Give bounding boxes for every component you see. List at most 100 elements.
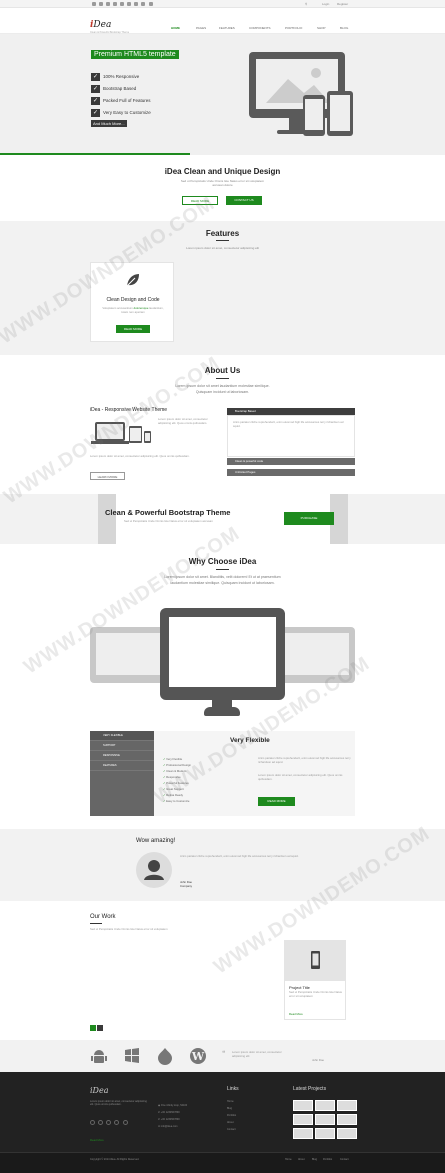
feature-card-button[interactable]: READ MORE	[116, 325, 150, 333]
search-icon[interactable]: ⚲	[305, 2, 307, 6]
title-separator	[216, 378, 229, 379]
flex-tab[interactable]: FEATURES	[90, 761, 154, 771]
phone-image	[303, 95, 325, 136]
carousel-prev-button[interactable]	[90, 1025, 96, 1031]
dribbble-icon[interactable]	[149, 2, 153, 6]
logo[interactable]: iDea	[90, 20, 111, 30]
project-thumb[interactable]	[315, 1128, 335, 1139]
flex-read-more-button[interactable]: READ MORE	[258, 797, 295, 806]
flex-tab[interactable]: SUPPORT	[90, 741, 154, 751]
footer-bottom-link[interactable]: Home	[285, 1158, 292, 1161]
footer-social	[90, 1120, 135, 1125]
linkedin-icon[interactable]	[113, 2, 117, 6]
footer-about-text: Lorem ipsum dolor sit amet, consectetur …	[90, 1100, 147, 1107]
monitor-foot	[204, 707, 240, 716]
flex-text: Anim pariatur cliche reprehenderit, enim…	[258, 756, 351, 764]
nav-shop[interactable]: SHOP	[317, 26, 326, 30]
nav-portfolio[interactable]: PORTFOLIO	[285, 26, 302, 30]
purchase-button[interactable]: PURCHASE	[284, 512, 334, 525]
leaf-icon	[125, 272, 141, 288]
twitter-icon[interactable]	[92, 2, 96, 6]
learn-more-button[interactable]: LEARN MORE	[90, 472, 125, 480]
contact-us-button[interactable]: CONTACT US	[226, 196, 262, 205]
nav-components[interactable]: COMPONENTS	[249, 26, 271, 30]
footer-bottom-link[interactable]: Portfolio	[323, 1158, 332, 1161]
project-thumb[interactable]	[315, 1100, 335, 1111]
footer-link[interactable]: Portfolio	[227, 1114, 236, 1117]
flex-tab[interactable]: RESPONSIVE	[90, 751, 154, 761]
accordion-header[interactable]: Bootstrap Based	[227, 408, 355, 415]
quote-icon: ❝	[222, 1051, 226, 1057]
android-icon	[90, 1047, 108, 1065]
accordion-header[interactable]: Unlimited Pages	[227, 469, 355, 476]
twitter-icon[interactable]	[90, 1120, 95, 1125]
avatar	[136, 852, 172, 888]
intro-title: iDea Clean and Unique Design	[164, 167, 281, 176]
footer-bottom	[0, 1152, 445, 1173]
footer-bottom-link[interactable]: Contact	[340, 1158, 349, 1161]
project-thumb[interactable]	[315, 1114, 335, 1125]
footer-read-more[interactable]: Read More	[90, 1138, 104, 1142]
check-icon: ✓	[91, 85, 100, 93]
accordion-panel: Anim pariatur cliche reprehenderit, enim…	[227, 415, 355, 457]
flickr-icon[interactable]	[127, 2, 131, 6]
accordion-header[interactable]: Clean & powerful code	[227, 458, 355, 465]
pinterest-icon[interactable]	[134, 2, 138, 6]
rss-icon[interactable]	[141, 2, 145, 6]
footer-link[interactable]: About	[227, 1121, 234, 1124]
project-thumb[interactable]	[337, 1128, 357, 1139]
project-thumb[interactable]	[337, 1100, 357, 1111]
project-thumb[interactable]	[293, 1114, 313, 1125]
register-link[interactable]: Register	[337, 2, 348, 6]
copyright: Copyright © 2014 iDea. All Rights Reserv…	[90, 1158, 140, 1161]
tablet-image	[327, 91, 353, 136]
footer-link[interactable]: Home	[227, 1100, 234, 1103]
accordion-text: Anim pariatur cliche reprehenderit, enim…	[233, 420, 344, 428]
phone-icon	[285, 941, 345, 981]
cta-decor	[98, 494, 116, 544]
hero-check-text: Bootstrap Based	[103, 86, 137, 91]
check-icon: ✓	[91, 73, 100, 81]
project-text: Sed ut Perspiciatis Unde Omnis Iste Natu…	[289, 990, 342, 998]
client-name: John Doe	[312, 1058, 324, 1062]
title-separator	[90, 923, 102, 924]
carousel-next-button[interactable]	[97, 1025, 103, 1031]
why-title: Why Choose iDea	[188, 557, 257, 566]
project-thumb[interactable]	[337, 1114, 357, 1125]
facebook-icon[interactable]	[99, 2, 103, 6]
googleplus-icon[interactable]	[106, 1120, 112, 1125]
slider-progress	[0, 153, 190, 155]
nav-blog[interactable]: BLOG	[340, 26, 348, 30]
flex-tab[interactable]: VERY FLEXIBLE	[90, 731, 154, 741]
why-subtitle: Lorem ipsum dolor sit amet. Blanditiis, …	[164, 575, 281, 579]
googleplus-icon[interactable]	[106, 2, 110, 6]
project-thumb[interactable]	[293, 1128, 313, 1139]
footer-bottom-link[interactable]: About	[298, 1158, 305, 1161]
nav-pages[interactable]: PAGES	[196, 26, 206, 30]
hero-more: And Much More...	[91, 120, 127, 127]
skype-icon[interactable]	[122, 1120, 128, 1125]
footer-link[interactable]: Blog	[227, 1107, 232, 1110]
project-card[interactable]: Project Title Sed ut Perspiciatis Unde O…	[284, 940, 346, 1020]
footer-links-title: Links	[227, 1086, 239, 1092]
cta-title: Clean & Powerful Bootstrap Theme	[105, 508, 231, 517]
hero-title: Premium HTML5 template	[91, 50, 179, 59]
windows-icon	[123, 1047, 141, 1065]
footer-email[interactable]: ✉ info@idea.com	[158, 1125, 178, 1128]
svg-text:W: W	[191, 1050, 205, 1063]
top-bar: ⚲ Login Register	[0, 0, 445, 8]
footer-link[interactable]: Contact	[227, 1128, 236, 1131]
nav-home[interactable]: HOME	[171, 26, 180, 30]
linkedin-icon[interactable]	[114, 1120, 120, 1125]
youtube-icon[interactable]	[120, 2, 124, 6]
footer-bottom-link[interactable]: Blog	[312, 1158, 317, 1161]
nav-features[interactable]: FEATURES	[219, 26, 235, 30]
facebook-icon[interactable]	[98, 1120, 104, 1125]
project-read-more[interactable]: Read More	[289, 1012, 303, 1016]
wordpress-icon: W	[189, 1047, 207, 1065]
cta-text: Sed ut Perspiciatis Unde Omnis Iste Natu…	[124, 519, 213, 523]
header: iDea Clean & Powerful Bootstrap Theme HO…	[0, 8, 445, 34]
project-thumb[interactable]	[293, 1100, 313, 1111]
login-link[interactable]: Login	[322, 2, 329, 6]
title-separator	[216, 569, 229, 570]
